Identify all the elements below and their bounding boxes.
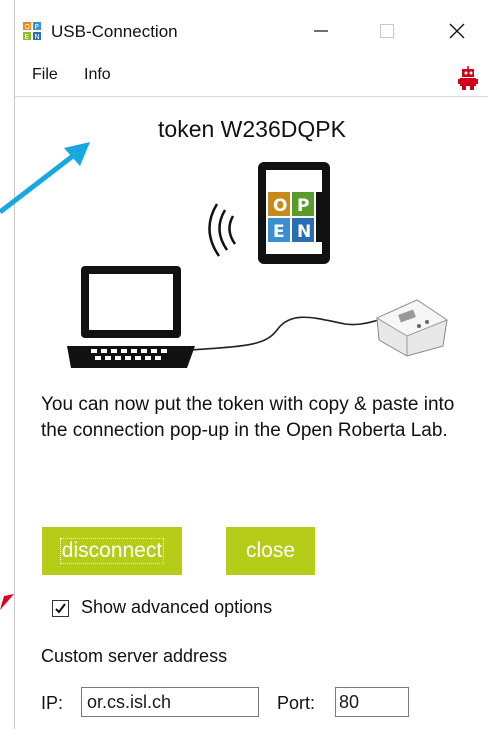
disconnect-label: disconnect xyxy=(59,538,165,564)
close-label: close xyxy=(245,539,296,562)
phone-letter-p: P xyxy=(297,196,309,216)
advanced-options-checkbox[interactable] xyxy=(52,600,69,617)
phone-icon: O P E N xyxy=(258,162,330,264)
wifi-signal-icon xyxy=(208,203,237,257)
port-label: Port: xyxy=(277,693,316,713)
svg-text:N: N xyxy=(35,33,40,40)
ip-label: IP: xyxy=(41,693,64,713)
svg-text:E: E xyxy=(25,33,29,40)
phone-letter-o: O xyxy=(273,196,287,216)
custom-server-label: Custom server address xyxy=(41,646,228,666)
usb-cable xyxy=(190,316,380,351)
checkmark-icon xyxy=(55,603,66,614)
close-icon xyxy=(449,23,465,39)
menu-info[interactable]: Info xyxy=(84,66,111,84)
svg-text:P: P xyxy=(35,23,39,31)
red-annotation-arrow xyxy=(0,594,14,610)
title-bar: O P E N USB-Connection xyxy=(15,0,488,58)
robot-icon xyxy=(458,66,478,90)
disconnect-button[interactable]: disconnect xyxy=(42,527,182,575)
svg-text:O: O xyxy=(25,23,31,31)
port-input[interactable]: 80 xyxy=(335,687,409,717)
instruction-text: You can now put the token with copy & pa… xyxy=(41,394,455,441)
ip-input[interactable]: or.cs.isl.ch xyxy=(81,687,259,717)
robot-brick-icon xyxy=(375,299,449,357)
advanced-options-label[interactable]: Show advanced options xyxy=(81,597,272,618)
token-label: token W236DQPK xyxy=(158,116,346,142)
app-icon: O P E N xyxy=(23,22,41,40)
phone-letter-n: N xyxy=(297,222,311,242)
usb-connection-window: O P E N USB-Connection File Info token W… xyxy=(14,0,488,729)
laptop-icon xyxy=(67,266,195,368)
minimize-icon xyxy=(314,30,328,32)
menu-bar: File Info xyxy=(15,58,488,97)
minimize-button[interactable] xyxy=(298,14,344,48)
window-title: USB-Connection xyxy=(51,22,178,41)
maximize-icon xyxy=(380,24,394,38)
blue-annotation-arrow xyxy=(0,142,90,214)
menu-file[interactable]: File xyxy=(32,66,58,84)
maximize-button[interactable] xyxy=(364,14,410,48)
close-button[interactable]: close xyxy=(226,527,315,575)
close-window-button[interactable] xyxy=(434,14,480,48)
phone-letter-e: E xyxy=(273,222,285,242)
